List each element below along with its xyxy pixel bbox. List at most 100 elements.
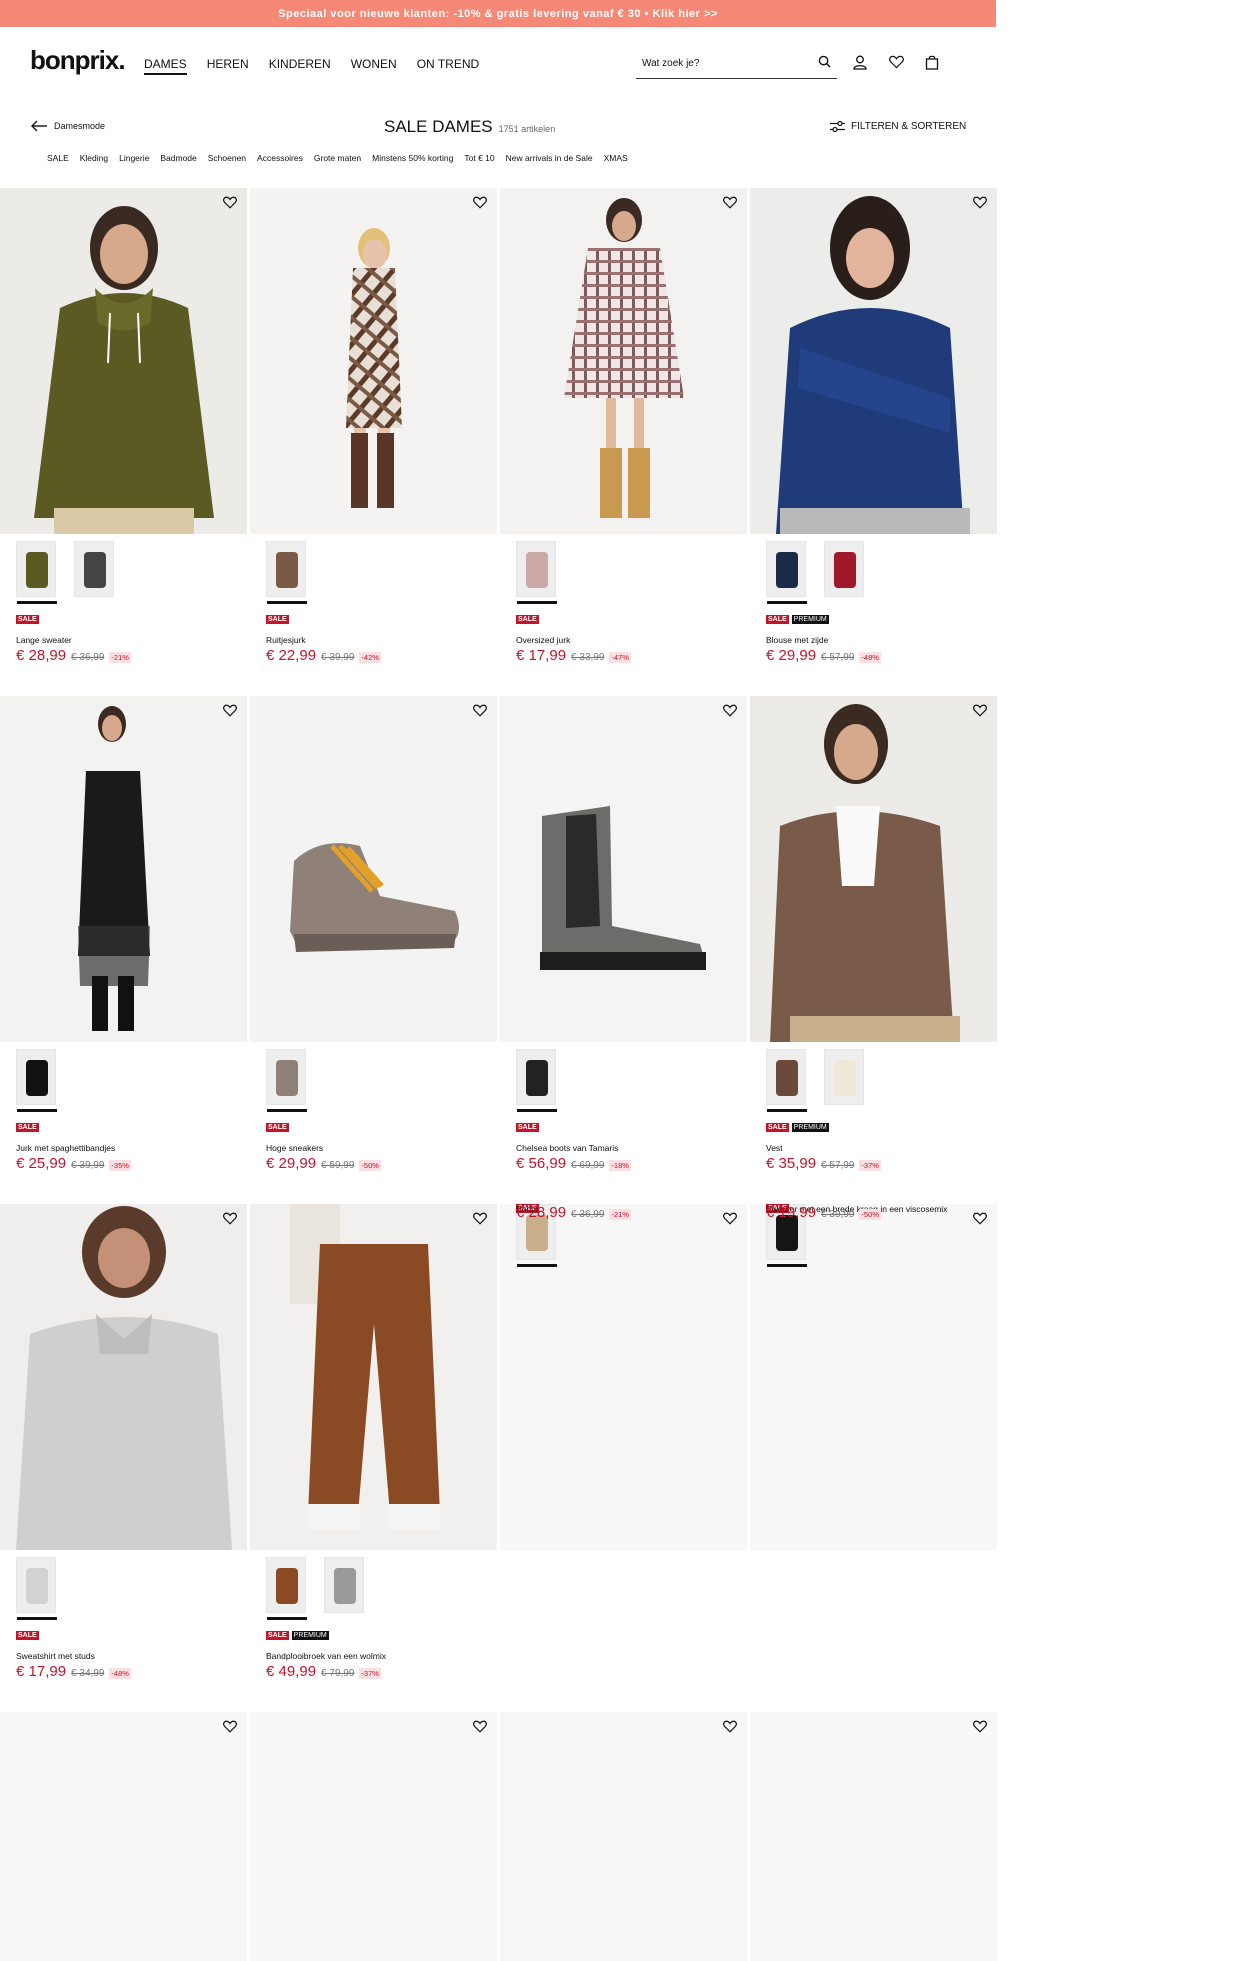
product-card[interactable]: SALE Sweater met een brede kraag in een v… xyxy=(750,1204,997,1709)
product-name[interactable]: Vest xyxy=(766,1143,783,1153)
subnav-item[interactable]: SALE xyxy=(47,153,69,163)
color-swatch[interactable] xyxy=(766,1049,807,1112)
filter-sort-button[interactable]: FILTEREN & SORTEREN xyxy=(830,121,966,132)
nav-dames[interactable]: DAMES xyxy=(144,57,187,75)
wishlist-heart-icon[interactable] xyxy=(973,704,989,720)
wishlist-heart-icon[interactable] xyxy=(473,1720,489,1736)
product-card[interactable]: SALE Chelsea boots van Tamaris € 56,99 € 69… xyxy=(500,696,747,1201)
cart-icon[interactable] xyxy=(924,54,940,70)
product-image[interactable] xyxy=(500,1712,747,1961)
subnav-item[interactable]: Grote maten xyxy=(314,153,361,163)
product-image[interactable] xyxy=(0,696,247,1042)
product-image[interactable] xyxy=(750,696,997,1042)
search-icon[interactable] xyxy=(818,55,831,73)
product-name[interactable]: Sweatshirt met studs xyxy=(16,1651,95,1661)
color-swatch[interactable] xyxy=(766,541,807,604)
product-card[interactable] xyxy=(0,1712,247,1961)
subnav-item[interactable]: Kleding xyxy=(80,153,108,163)
subnav-item[interactable]: Badmode xyxy=(160,153,196,163)
old-price: € 36,99 xyxy=(571,1209,605,1220)
wishlist-heart-icon[interactable] xyxy=(723,196,739,212)
color-swatch[interactable] xyxy=(266,1049,307,1112)
wishlist-heart-icon[interactable] xyxy=(973,1720,989,1736)
product-image[interactable] xyxy=(250,188,497,534)
arrow-left-icon xyxy=(31,120,47,132)
color-swatch[interactable] xyxy=(824,1049,864,1105)
product-image[interactable] xyxy=(750,1712,997,1961)
product-card[interactable]: SALE Hoge sneakers € 29,99 € 59,99 -50% xyxy=(250,696,497,1201)
wishlist-heart-icon[interactable] xyxy=(723,704,739,720)
product-image[interactable] xyxy=(750,188,997,534)
product-name[interactable]: Chelsea boots van Tamaris xyxy=(516,1143,618,1153)
old-price: € 36,99 xyxy=(71,652,105,663)
product-image[interactable] xyxy=(250,696,497,1042)
nav-on-trend[interactable]: ON TREND xyxy=(417,57,479,75)
wishlist-icon[interactable] xyxy=(888,54,904,70)
wishlist-heart-icon[interactable] xyxy=(223,1212,239,1228)
product-card[interactable]: SALE Lange sweater € 28,99 € 36,99 -21% xyxy=(0,188,247,693)
wishlist-heart-icon[interactable] xyxy=(223,196,239,212)
product-name[interactable]: Blouse met zijde xyxy=(766,635,828,645)
product-image[interactable] xyxy=(250,1204,497,1550)
subnav-item[interactable]: Tot € 10 xyxy=(464,153,494,163)
wishlist-heart-icon[interactable] xyxy=(723,1720,739,1736)
wishlist-heart-icon[interactable] xyxy=(973,196,989,212)
product-card[interactable]: SALE PREMIUM Bandplooibroek van een wolmix… xyxy=(250,1204,497,1709)
color-swatch[interactable] xyxy=(16,1557,57,1620)
nav-kinderen[interactable]: KINDEREN xyxy=(269,57,331,75)
product-card[interactable]: SALE Sweatshirt met studs € 17,99 € 34,99 -4… xyxy=(0,1204,247,1709)
product-card[interactable]: SALE Ruitjesjurk € 22,99 € 39,99 -42% xyxy=(250,188,497,693)
product-name[interactable]: Hoge sneakers xyxy=(266,1143,323,1153)
color-swatch[interactable] xyxy=(824,541,864,597)
product-card[interactable]: SALE PREMIUM Blouse met zijde € 29,99 € 57,9… xyxy=(750,188,997,693)
wishlist-heart-icon[interactable] xyxy=(223,1720,239,1736)
color-swatch[interactable] xyxy=(266,1557,307,1620)
product-card[interactable]: SALE Oversized jurk € 17,99 € 33,99 -47% xyxy=(500,188,747,693)
subnav-item[interactable]: Accessoires xyxy=(257,153,303,163)
wishlist-heart-icon[interactable] xyxy=(473,196,489,212)
product-image[interactable] xyxy=(0,1712,247,1961)
product-name[interactable]: Jurk met spaghettibandjes xyxy=(16,1143,115,1153)
product-image[interactable] xyxy=(500,188,747,534)
product-image[interactable] xyxy=(250,1712,497,1961)
product-image[interactable] xyxy=(0,1204,247,1550)
color-swatch[interactable] xyxy=(16,1049,57,1112)
color-swatch[interactable] xyxy=(324,1557,364,1613)
color-swatch[interactable] xyxy=(74,541,114,597)
wishlist-heart-icon[interactable] xyxy=(973,1212,989,1228)
product-card[interactable]: SALE PREMIUM Vest € 35,99 € 57,99 -37% xyxy=(750,696,997,1201)
product-card[interactable]: SALE Jurk met spaghettibandjes € 25,99 € 39… xyxy=(0,696,247,1201)
subnav-item[interactable]: XMAS xyxy=(604,153,628,163)
wishlist-heart-icon[interactable] xyxy=(473,704,489,720)
color-swatch[interactable] xyxy=(516,1049,557,1112)
account-icon[interactable] xyxy=(852,54,868,70)
product-image[interactable] xyxy=(500,696,747,1042)
product-card[interactable]: SALE Boots € 28,99 € 36,99 -21% xyxy=(500,1204,747,1709)
bonprix-logo[interactable]: bonprix. xyxy=(30,45,126,76)
back-link[interactable]: Damesmode xyxy=(30,120,105,132)
nav-heren[interactable]: HEREN xyxy=(207,57,249,75)
product-card[interactable] xyxy=(250,1712,497,1961)
nav-wonen[interactable]: WONEN xyxy=(351,57,397,75)
discount-badge: -48% xyxy=(859,652,881,663)
color-swatch[interactable] xyxy=(16,541,57,604)
product-card[interactable] xyxy=(750,1712,997,1961)
subnav-item[interactable]: Lingerie xyxy=(119,153,149,163)
subnav-item[interactable]: New arrivals in de Sale xyxy=(506,153,593,163)
color-swatch[interactable] xyxy=(516,541,557,604)
color-swatches xyxy=(16,541,114,604)
search-input[interactable] xyxy=(642,58,792,69)
product-name[interactable]: Oversized jurk xyxy=(516,635,570,645)
product-name[interactable]: Bandplooibroek van een wolmix xyxy=(266,1651,386,1661)
product-image[interactable] xyxy=(0,188,247,534)
wishlist-heart-icon[interactable] xyxy=(223,704,239,720)
subnav-item[interactable]: Minstens 50% korting xyxy=(372,153,453,163)
wishlist-heart-icon[interactable] xyxy=(473,1212,489,1228)
product-card[interactable] xyxy=(500,1712,747,1961)
color-swatch[interactable] xyxy=(266,541,307,604)
wishlist-heart-icon[interactable] xyxy=(723,1212,739,1228)
subnav-item[interactable]: Schoenen xyxy=(208,153,246,163)
product-name[interactable]: Ruitjesjurk xyxy=(266,635,306,645)
promo-banner[interactable]: Speciaal voor nieuwe klanten: -10% & gra… xyxy=(0,0,996,27)
product-name[interactable]: Lange sweater xyxy=(16,635,72,645)
